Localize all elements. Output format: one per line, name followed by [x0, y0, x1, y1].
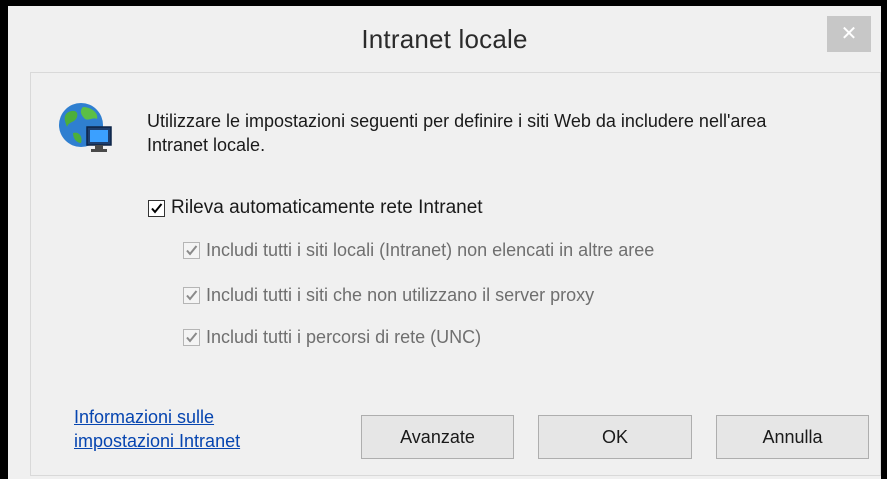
include-local-sites-label: Includi tutti i siti locali (Intranet) n…: [206, 240, 655, 260]
include-unc-label: Includi tutti i percorsi di rete (UNC): [206, 327, 482, 347]
include-no-proxy-label: Includi tutti i siti che non utilizzano …: [206, 285, 595, 305]
include-unc-option: Includi tutti i percorsi di rete (UNC): [183, 327, 481, 348]
intranet-info-link[interactable]: Informazioni sulle impostazioni Intranet: [74, 405, 334, 453]
include-no-proxy-option: Includi tutti i siti che non utilizzano …: [183, 285, 594, 306]
cancel-button[interactable]: Annulla: [716, 415, 869, 459]
include-no-proxy-checkbox: [183, 287, 200, 304]
include-local-sites-checkbox: [183, 242, 200, 259]
link-line-1: Informazioni sulle: [74, 407, 215, 427]
auto-detect-option[interactable]: Rileva automaticamente rete Intranet: [148, 197, 483, 219]
globe-computer-icon: [59, 103, 112, 152]
checkmark-icon: [151, 202, 163, 214]
content-panel: Utilizzare le impostazioni seguenti per …: [30, 72, 881, 476]
close-button[interactable]: ✕: [827, 16, 871, 52]
dialog-window: Intranet locale ✕ Utilizzare le impostaz…: [0, 0, 887, 479]
dialog-title: Intranet locale: [361, 24, 528, 54]
checkmark-icon: [186, 245, 198, 256]
include-unc-checkbox: [183, 329, 200, 346]
title-bar[interactable]: Intranet locale ✕: [8, 6, 881, 72]
advanced-button[interactable]: Avanzate: [361, 415, 514, 459]
checkmark-icon: [186, 290, 198, 301]
ok-button[interactable]: OK: [538, 415, 692, 459]
checkmark-icon: [186, 332, 198, 343]
close-icon: ✕: [840, 23, 858, 45]
include-local-sites-option: Includi tutti i siti locali (Intranet) n…: [183, 240, 654, 261]
auto-detect-label: Rileva automaticamente rete Intranet: [171, 197, 483, 218]
link-line-2: impostazioni Intranet: [74, 431, 241, 451]
description-text: Utilizzare le impostazioni seguenti per …: [147, 111, 767, 155]
auto-detect-checkbox[interactable]: [148, 199, 165, 217]
